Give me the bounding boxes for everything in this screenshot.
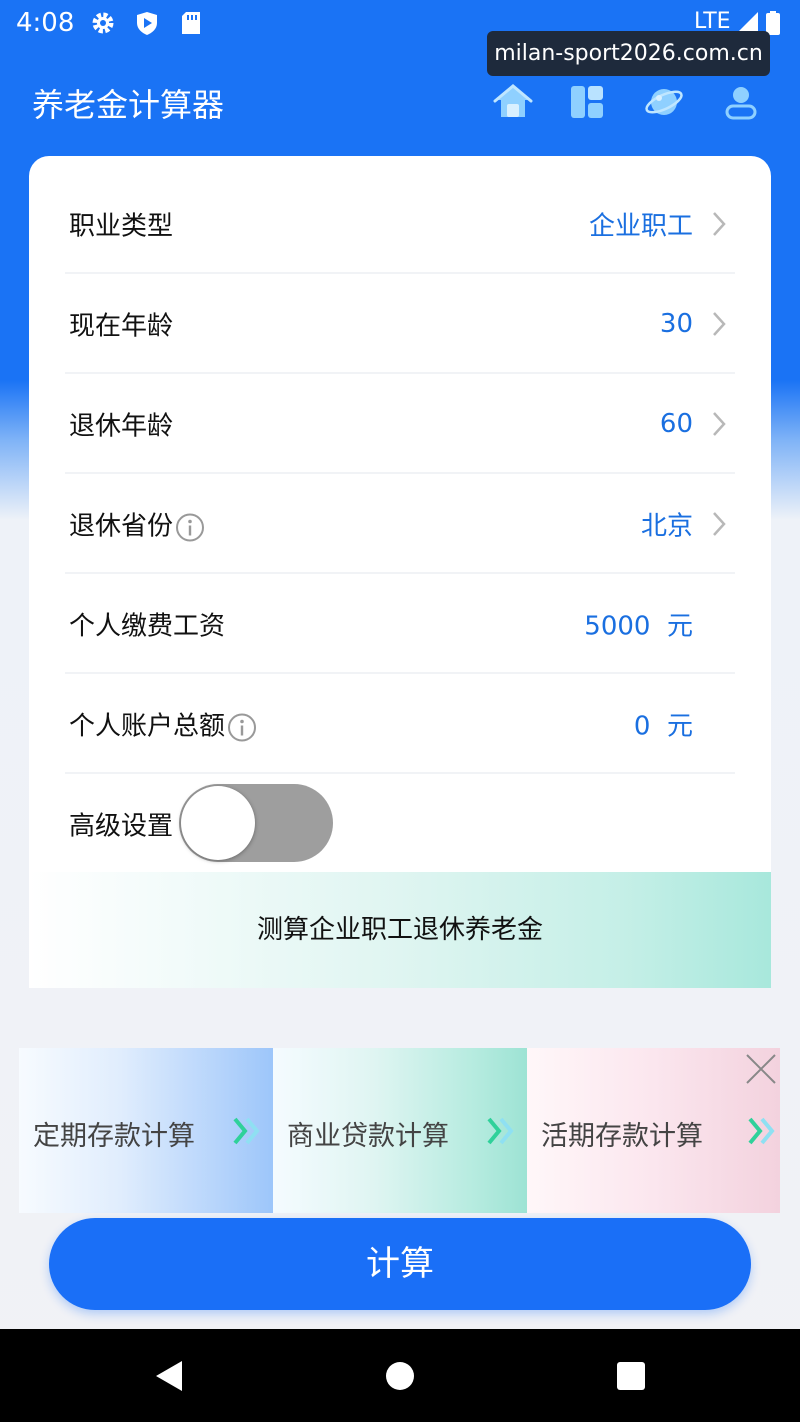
recents-icon[interactable] xyxy=(614,1359,648,1393)
calculate-button[interactable]: 计算 xyxy=(49,1218,751,1310)
planet-icon[interactable] xyxy=(644,82,684,122)
occupation-type-label: 职业类型 xyxy=(69,211,174,242)
ad-item-label: 定期存款计算 xyxy=(33,1121,195,1152)
close-icon[interactable] xyxy=(744,1052,778,1086)
info-icon[interactable] xyxy=(175,512,205,542)
occupation-type-value[interactable]: 企业职工 xyxy=(589,206,693,243)
chevron-right-icon xyxy=(713,512,726,536)
retirement-province-label: 退休省份 xyxy=(69,511,174,542)
advanced-settings-toggle[interactable] xyxy=(179,784,333,862)
home-icon[interactable] xyxy=(493,82,533,122)
row-occupation-type[interactable]: 职业类型 企业职工 xyxy=(29,174,771,274)
toggle-knob xyxy=(181,786,255,860)
chevron-right-icon xyxy=(713,212,726,236)
ad-item-label: 活期存款计算 xyxy=(541,1121,703,1152)
chevron-right-icon xyxy=(713,412,726,436)
row-contribution-salary[interactable]: 个人缴费工资 5000 元 xyxy=(29,574,771,674)
status-time: 4:08 xyxy=(16,8,75,38)
gear-icon xyxy=(92,12,114,34)
calculator-ad-strip: 定期存款计算 商业贷款计算 活期存款计算 xyxy=(19,1048,780,1213)
info-icon[interactable] xyxy=(227,712,257,742)
pension-form-card: 职业类型 企业职工 现在年龄 30 退休年龄 60 退休省份 北京 个人缴费工资… xyxy=(29,156,771,988)
account-total-label-wrap: 个人账户总额 xyxy=(69,706,257,743)
contribution-salary-label: 个人缴费工资 xyxy=(69,611,226,642)
url-watermark: milan-sport2026.com.cn xyxy=(487,31,770,76)
system-nav-bar xyxy=(0,1329,800,1422)
ad-commercial-loan[interactable]: 商业贷款计算 xyxy=(273,1048,527,1213)
current-age-label: 现在年龄 xyxy=(69,311,174,342)
retirement-province-value[interactable]: 北京 xyxy=(641,506,693,543)
double-chevron-right-icon xyxy=(487,1117,514,1145)
dashboard-icon[interactable] xyxy=(567,82,607,122)
advanced-settings-label: 高级设置 xyxy=(69,811,174,842)
user-icon[interactable] xyxy=(721,82,761,122)
ad-fixed-deposit[interactable]: 定期存款计算 xyxy=(19,1048,273,1213)
retirement-age-label: 退休年龄 xyxy=(69,411,174,442)
sd-card-icon xyxy=(182,12,200,34)
app-title: 养老金计算器 xyxy=(32,86,225,124)
account-total-value[interactable]: 0 元 xyxy=(634,706,693,743)
row-account-total[interactable]: 个人账户总额 0 元 xyxy=(29,674,771,774)
double-chevron-right-icon xyxy=(748,1117,775,1145)
calc-description-banner: 测算企业职工退休养老金 xyxy=(29,872,771,988)
home-nav-icon[interactable] xyxy=(383,1359,417,1393)
retirement-age-value[interactable]: 60 xyxy=(660,409,693,439)
back-icon[interactable] xyxy=(152,1359,186,1393)
retirement-province-label-wrap: 退休省份 xyxy=(69,506,205,543)
shield-play-icon xyxy=(137,12,157,35)
chevron-right-icon xyxy=(713,312,726,336)
row-advanced-settings: 高级设置 xyxy=(29,774,771,874)
row-current-age[interactable]: 现在年龄 30 xyxy=(29,274,771,374)
ad-demand-deposit[interactable]: 活期存款计算 xyxy=(527,1048,780,1213)
ad-item-label: 商业贷款计算 xyxy=(287,1121,449,1152)
row-retirement-province[interactable]: 退休省份 北京 xyxy=(29,474,771,574)
double-chevron-right-icon xyxy=(233,1117,260,1145)
current-age-value[interactable]: 30 xyxy=(660,309,693,339)
account-total-label: 个人账户总额 xyxy=(69,711,226,742)
contribution-salary-value[interactable]: 5000 元 xyxy=(584,606,693,643)
row-retirement-age[interactable]: 退休年龄 60 xyxy=(29,374,771,474)
